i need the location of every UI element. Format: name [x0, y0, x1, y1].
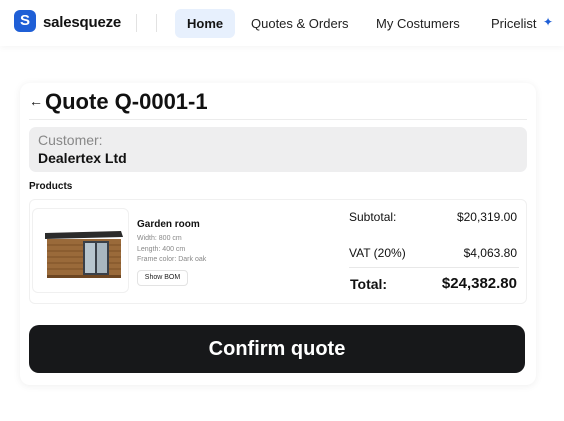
nav-item-home[interactable]: Home [175, 9, 236, 38]
total-value: $24,382.80 [441, 275, 517, 292]
product-length: Length: 400 cm [137, 246, 186, 253]
vat-label: VAT (20%) [349, 246, 406, 260]
page-title: Quote Q-0001-1 [45, 89, 208, 114]
quote-card: ← Quote Q-0001-1 Customer: Dealertex Ltd… [20, 83, 536, 385]
customer-label: Customer: [38, 132, 103, 148]
brand-logo-icon[interactable]: S [14, 10, 36, 32]
product-image [32, 208, 129, 293]
subtotal-value: $20,319.00 [456, 210, 517, 224]
summary-divider [349, 267, 519, 268]
garden-room-icon [45, 231, 123, 278]
product-row: Garden room Width: 800 cm Length: 400 cm… [29, 199, 527, 304]
nav-divider [136, 14, 137, 32]
back-arrow-icon[interactable]: ← [29, 93, 43, 109]
confirm-quote-button[interactable]: Confirm quote [29, 325, 525, 373]
products-heading: Products [29, 181, 73, 192]
product-frame-color: Frame color: Dark oak [137, 256, 207, 263]
top-navigation: S salesqueze Home Quotes & Orders My Cos… [0, 0, 564, 46]
nav-item-quotes-orders[interactable]: Quotes & Orders [239, 9, 361, 38]
show-bom-button[interactable]: Show BOM [137, 270, 188, 286]
subtotal-label: Subtotal: [349, 210, 397, 224]
vat-value: $4,063.80 [463, 246, 517, 260]
customer-panel: Customer: Dealertex Ltd [29, 127, 527, 172]
sparkle-icon[interactable]: ✦ [543, 15, 553, 29]
brand-name[interactable]: salesqueze [43, 14, 121, 31]
nav-item-my-costumers[interactable]: My Costumers [364, 9, 472, 38]
total-label: Total: [350, 276, 388, 292]
product-name: Garden room [137, 219, 200, 230]
nav-item-pricelist[interactable]: Pricelist [479, 9, 549, 38]
customer-name: Dealertex Ltd [38, 150, 127, 166]
product-width: Width: 800 cm [137, 235, 182, 242]
nav-divider [156, 14, 157, 32]
title-divider [29, 119, 527, 120]
